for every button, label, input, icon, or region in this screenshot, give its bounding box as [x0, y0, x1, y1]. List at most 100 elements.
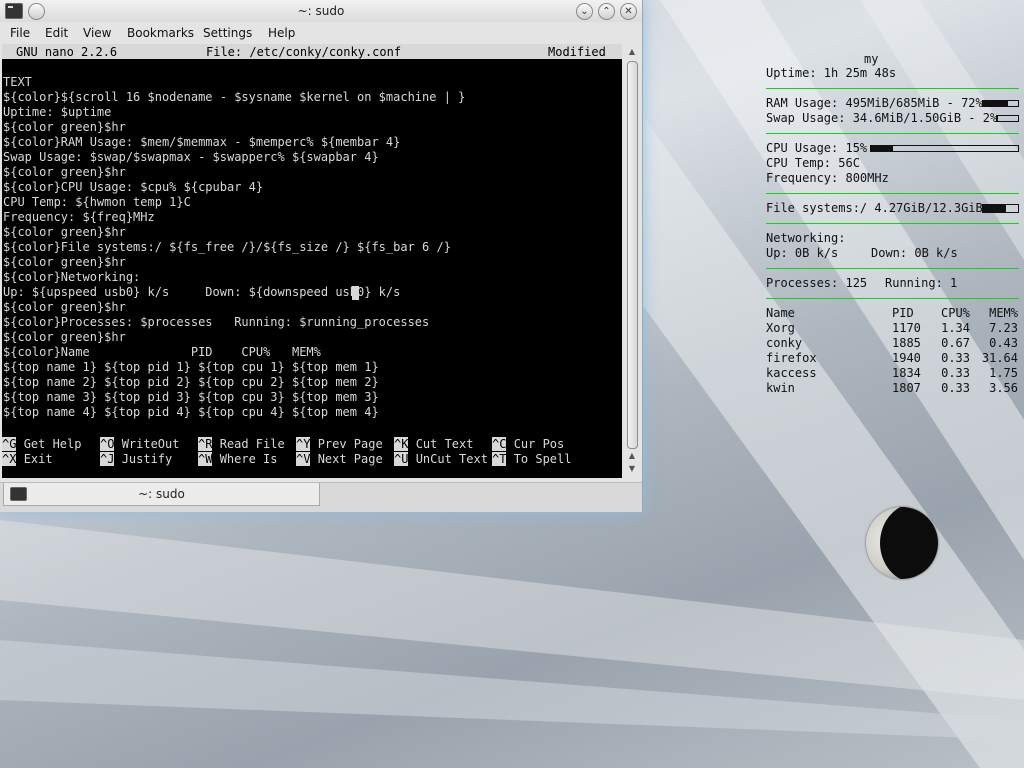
- process-cpu: 0.33: [941, 366, 970, 380]
- conky-cpu-usage: CPU Usage: 15%: [766, 141, 868, 155]
- column-header-pid: PID: [892, 306, 914, 320]
- editor-line: ${color}File systems:/ ${fs_free /}/${fs…: [3, 240, 451, 254]
- window-title: ~: sudo: [297, 4, 345, 18]
- editor-line: ${color green}$hr: [3, 300, 126, 314]
- editor-line: ${top name 4} ${top pid 4} ${top cpu 4} …: [3, 405, 379, 419]
- editor-line: Up: ${upspeed usb0} k/s Down: ${downspee…: [3, 285, 401, 299]
- conky-upload-speed: Up: 0B k/s: [766, 246, 839, 260]
- moon-phase-widget[interactable]: [866, 507, 938, 579]
- column-header-mem: MEM%: [989, 306, 1018, 320]
- process-row: firefox 1940 0.33 31.64: [766, 351, 1020, 366]
- shortcut-prev-page[interactable]: ^Y Prev Page: [296, 437, 383, 452]
- tab-label: ~: sudo: [138, 487, 185, 501]
- process-pid: 1940: [892, 351, 921, 365]
- menu-settings[interactable]: Settings: [203, 26, 252, 40]
- column-header-cpu: CPU%: [941, 306, 970, 320]
- menu-bookmarks[interactable]: Bookmarks: [127, 26, 194, 40]
- moon-shadow: [880, 507, 938, 579]
- editor-line: ${color green}$hr: [3, 330, 126, 344]
- terminal-scrollbar[interactable]: ▲ ▲ ▼: [624, 44, 640, 478]
- minimize-button[interactable]: ⌄: [576, 3, 593, 20]
- conky-frequency: Frequency: 800MHz: [766, 171, 889, 185]
- nano-modified-status: Modified: [548, 45, 606, 59]
- conky-swap-usage: Swap Usage: 34.6MiB/1.50GiB - 2%: [766, 111, 998, 125]
- conky-cpu-temp: CPU Temp: 56C: [766, 156, 860, 170]
- tab-sudo[interactable]: ~: sudo: [3, 483, 320, 506]
- process-mem: 0.43: [989, 336, 1018, 350]
- close-button[interactable]: ✕: [620, 3, 637, 20]
- cpu-usage-bar: [870, 145, 1019, 152]
- shortcut-get-help[interactable]: ^G Get Help: [2, 437, 81, 452]
- editor-line: Uptime: $uptime: [3, 105, 112, 119]
- editor-line: ${color}CPU Usage: $cpu% ${cpubar 4}: [3, 180, 264, 194]
- editor-line: ${color green}$hr: [3, 120, 126, 134]
- editor-line: ${color}${scroll 16 $nodename - $sysname…: [3, 90, 466, 104]
- menu-edit[interactable]: Edit: [45, 26, 68, 40]
- menu-file[interactable]: File: [10, 26, 30, 40]
- editor-line: ${color green}$hr: [3, 255, 126, 269]
- scroll-up-arrow-icon[interactable]: ▲: [626, 46, 638, 58]
- scroll-down-arrow-icon[interactable]: ▼: [626, 463, 638, 475]
- process-cpu: 1.34: [941, 321, 970, 335]
- nano-header: GNU nano 2.2.6 File: /etc/conky/conky.co…: [2, 44, 622, 59]
- process-name: kaccess: [766, 366, 817, 380]
- editor-line: ${color}Processes: $processes Running: $…: [3, 315, 430, 329]
- filesystem-usage-bar: [982, 204, 1019, 213]
- process-row: Xorg 1170 1.34 7.23: [766, 321, 1020, 336]
- nano-filename: File: /etc/conky/conky.conf: [206, 45, 402, 59]
- shortcut-where-is[interactable]: ^W Where Is: [198, 452, 277, 467]
- process-cpu: 0.67: [941, 336, 970, 350]
- maximize-button[interactable]: ⌃: [598, 3, 615, 20]
- editor-text[interactable]: TEXT ${color}${scroll 16 $nodename - $sy…: [3, 75, 465, 420]
- ram-usage-bar: [982, 100, 1019, 107]
- shortcut-cut-text[interactable]: ^K Cut Text: [394, 437, 473, 452]
- editor-line: Frequency: ${freq}MHz: [3, 210, 155, 224]
- scroll-up-arrow-icon[interactable]: ▲: [626, 450, 638, 462]
- process-mem: 7.23: [989, 321, 1018, 335]
- shortcut-cur-pos[interactable]: ^C Cur Pos: [492, 437, 564, 452]
- shortcut-exit[interactable]: ^X Exit: [2, 452, 53, 467]
- shortcut-to-spell[interactable]: ^T To Spell: [492, 452, 571, 467]
- editor-line: TEXT: [3, 75, 32, 89]
- shortcut-writeout[interactable]: ^O WriteOut: [100, 437, 179, 452]
- text-cursor: [352, 286, 359, 300]
- process-mem: 31.64: [981, 351, 1018, 365]
- conky-rule: [766, 133, 1019, 134]
- conky-filesystems: File systems:/ 4.27GiB/12.3GiB: [766, 201, 983, 215]
- process-table-header: Name PID CPU% MEM%: [766, 306, 1020, 321]
- process-pid: 1807: [892, 381, 921, 395]
- menu-help[interactable]: Help: [268, 26, 295, 40]
- konsole-window: ~: sudo ⌄ ⌃ ✕ File Edit View Bookmarks S…: [0, 0, 643, 512]
- editor-line: ${top name 1} ${top pid 1} ${top cpu 1} …: [3, 360, 379, 374]
- scrollbar-thumb[interactable]: [627, 61, 638, 449]
- process-pid: 1885: [892, 336, 921, 350]
- filesystem-usage-bar-fill: [983, 205, 1006, 212]
- process-cpu: 0.33: [941, 351, 970, 365]
- conky-ram-usage: RAM Usage: 495MiB/685MiB - 72%: [766, 96, 983, 110]
- process-pid: 1170: [892, 321, 921, 335]
- editor-line: CPU Temp: ${hwmon temp 1}C: [3, 195, 191, 209]
- conky-nodename: my: [864, 52, 879, 66]
- column-header-name: Name: [766, 306, 795, 320]
- conky-rule: [766, 268, 1019, 269]
- process-row: kaccess 1834 0.33 1.75: [766, 366, 1020, 381]
- shortcut-justify[interactable]: ^J Justify: [100, 452, 172, 467]
- terminal-area[interactable]: GNU nano 2.2.6 File: /etc/conky/conky.co…: [2, 44, 622, 478]
- window-titlebar[interactable]: ~: sudo ⌄ ⌃ ✕: [0, 0, 642, 22]
- process-name: conky: [766, 336, 803, 350]
- menubar: File Edit View Bookmarks Settings Help: [0, 25, 642, 43]
- shortcut-next-page[interactable]: ^V Next Page: [296, 452, 383, 467]
- editor-line: ${color}Networking:: [3, 270, 141, 284]
- process-mem: 3.56: [989, 381, 1018, 395]
- process-name: Xorg: [766, 321, 795, 335]
- swap-usage-bar: [996, 115, 1019, 122]
- conky-rule: [766, 193, 1019, 194]
- menu-view[interactable]: View: [83, 26, 111, 40]
- editor-line: ${top name 2} ${top pid 2} ${top cpu 2} …: [3, 375, 379, 389]
- process-cpu: 0.33: [941, 381, 970, 395]
- shortcut-uncut-text[interactable]: ^U UnCut Text: [394, 452, 488, 467]
- process-name: firefox: [766, 351, 817, 365]
- editor-line: ${color}RAM Usage: $mem/$memmax - $mempe…: [3, 135, 401, 149]
- shortcut-read-file[interactable]: ^R Read File: [198, 437, 285, 452]
- process-mem: 1.75: [989, 366, 1018, 380]
